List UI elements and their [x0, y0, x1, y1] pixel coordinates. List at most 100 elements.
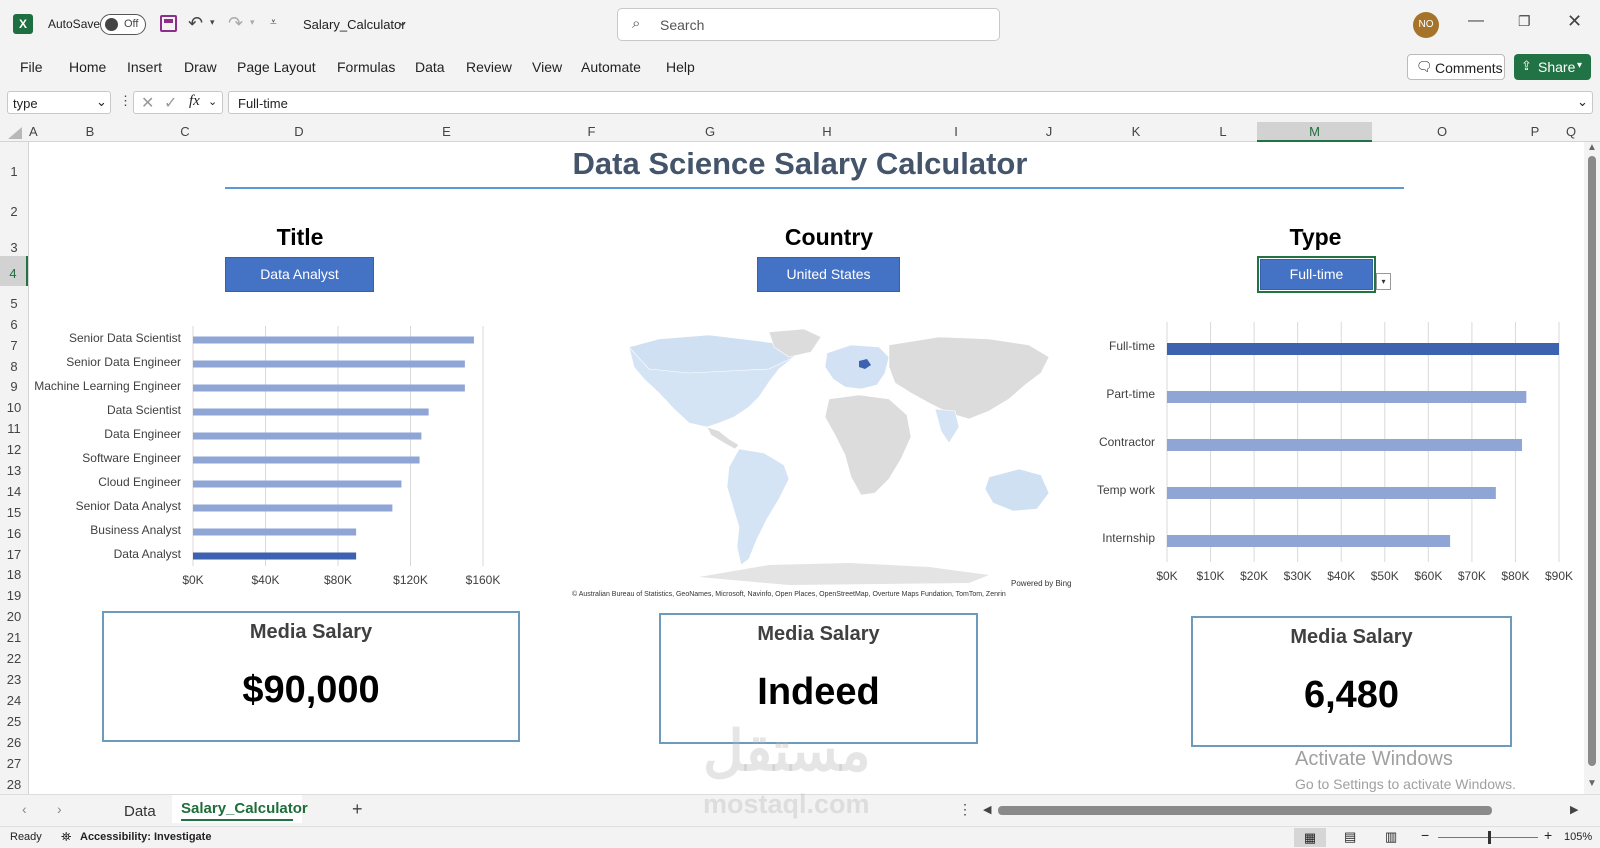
vertical-scroll-thumb[interactable] — [1588, 156, 1596, 766]
row-header[interactable]: 10 — [0, 400, 28, 415]
restore-icon[interactable]: ❐ — [1518, 13, 1531, 30]
column-header[interactable]: J — [1015, 124, 1083, 139]
row-header[interactable]: 19 — [0, 588, 28, 603]
menu-page-layout[interactable]: Page Layout — [237, 59, 316, 75]
menu-data[interactable]: Data — [415, 59, 445, 75]
normal-view-button[interactable]: ▦ — [1294, 828, 1326, 847]
zoom-in-icon[interactable]: + — [1544, 827, 1552, 843]
autosave-toggle[interactable]: Off — [100, 14, 146, 35]
close-icon[interactable]: ✕ — [1567, 11, 1582, 32]
save-icon[interactable] — [160, 15, 177, 32]
row-header-selected[interactable]: 4 — [0, 256, 28, 286]
column-header[interactable]: D — [225, 124, 373, 139]
customize-qat-icon[interactable]: ⩡ — [270, 15, 277, 30]
horizontal-scroll-thumb[interactable] — [998, 806, 1492, 815]
zoom-slider-thumb[interactable] — [1488, 831, 1491, 844]
avatar[interactable]: NO — [1413, 12, 1439, 38]
row-header[interactable]: 12 — [0, 442, 28, 457]
row-header[interactable]: 22 — [0, 651, 28, 666]
select-all-corner[interactable] — [8, 127, 22, 139]
next-sheet-icon[interactable]: › — [57, 801, 62, 817]
add-sheet-icon[interactable]: + — [352, 799, 363, 820]
row-header[interactable]: 27 — [0, 756, 28, 771]
column-header-selected[interactable]: M — [1257, 122, 1372, 142]
accessibility-icon[interactable]: ⛯ — [61, 829, 71, 845]
title-salary-chart[interactable]: $0K $40K $80K $120K $160K Senior Data Scienti… — [29, 317, 549, 602]
row-header[interactable]: 24 — [0, 693, 28, 708]
sheet-tab-data[interactable]: Data — [124, 803, 156, 820]
column-header[interactable]: F — [520, 124, 663, 139]
worksheet-grid[interactable]: Data Science Salary Calculator Title Dat… — [29, 142, 1584, 794]
menu-insert[interactable]: Insert — [127, 59, 162, 75]
row-header[interactable]: 16 — [0, 526, 28, 541]
name-box[interactable]: type ⌄ — [7, 91, 111, 114]
row-header[interactable]: 5 — [0, 296, 28, 311]
column-header[interactable]: B — [35, 124, 145, 139]
row-header[interactable]: 26 — [0, 735, 28, 750]
row-header[interactable]: 1 — [0, 164, 28, 179]
row-header[interactable]: 11 — [0, 421, 28, 436]
sheet-tab-salary-calculator[interactable]: Salary_Calculator — [172, 795, 308, 823]
menu-formulas[interactable]: Formulas — [337, 59, 395, 75]
title-selector[interactable]: Data Analyst — [225, 257, 374, 292]
file-name[interactable]: Salary_Calculator — [303, 17, 406, 32]
more-options-icon[interactable]: ⋮ — [119, 93, 132, 109]
column-header[interactable]: I — [897, 124, 1015, 139]
row-header[interactable]: 3 — [0, 240, 28, 255]
dropdown-arrow-button[interactable]: ▾ — [1376, 273, 1391, 290]
zoom-out-icon[interactable]: − — [1421, 827, 1429, 843]
undo-icon[interactable]: ↶ — [188, 13, 203, 34]
insert-function-icon[interactable]: fx — [189, 93, 200, 110]
column-header[interactable]: H — [757, 124, 897, 139]
country-selector[interactable]: United States — [757, 257, 900, 292]
row-header[interactable]: 6 — [0, 317, 28, 332]
comments-button[interactable]: 🗨 Comments — [1407, 54, 1505, 80]
share-button[interactable]: ⇪ Share ▾ — [1514, 54, 1591, 80]
search-box[interactable]: ⌕ Search — [617, 8, 1000, 41]
formula-input[interactable]: Full-time ⌄ — [228, 91, 1593, 114]
scroll-right-icon[interactable]: ▶ — [1570, 803, 1578, 816]
column-header[interactable]: G — [663, 124, 757, 139]
redo-icon[interactable]: ↷ — [228, 13, 243, 34]
menu-home[interactable]: Home — [69, 59, 106, 75]
scroll-up-icon[interactable]: ▲ — [1587, 142, 1597, 153]
zoom-level[interactable]: 105% — [1564, 831, 1592, 843]
filename-chevron-icon[interactable]: ⌄ — [397, 14, 408, 30]
expand-formula-icon[interactable]: ⌄ — [1577, 94, 1588, 110]
menu-review[interactable]: Review — [466, 59, 512, 75]
column-header[interactable]: Q — [1558, 124, 1584, 139]
cancel-icon[interactable]: ✕ — [141, 93, 154, 113]
accessibility-status[interactable]: Accessibility: Investigate — [80, 831, 211, 843]
scroll-down-icon[interactable]: ▼ — [1587, 778, 1597, 789]
row-header[interactable]: 9 — [0, 379, 28, 394]
prev-sheet-icon[interactable]: ‹ — [22, 801, 27, 817]
column-header[interactable]: O — [1372, 124, 1512, 139]
column-header[interactable]: P — [1512, 124, 1558, 139]
menu-draw[interactable]: Draw — [184, 59, 217, 75]
row-header[interactable]: 28 — [0, 777, 28, 792]
row-header[interactable]: 18 — [0, 567, 28, 582]
column-header[interactable]: K — [1083, 124, 1189, 139]
type-salary-chart[interactable]: $0K $10K $20K $30K $40K $50K $60K $70K $80K $90K F… — [1059, 322, 1584, 602]
type-selector[interactable]: Full-time — [1260, 259, 1373, 290]
row-header[interactable]: 8 — [0, 359, 28, 374]
page-layout-view-icon[interactable]: ▤ — [1344, 829, 1356, 845]
menu-automate[interactable]: Automate — [581, 59, 641, 75]
row-header[interactable]: 25 — [0, 714, 28, 729]
redo-dropdown-icon[interactable]: ▾ — [250, 17, 255, 28]
column-header[interactable]: C — [145, 124, 225, 139]
menu-view[interactable]: View — [532, 59, 562, 75]
world-map[interactable] — [589, 327, 1079, 587]
zoom-slider[interactable] — [1438, 831, 1538, 844]
enter-icon[interactable]: ✓ — [164, 93, 177, 113]
minimize-icon[interactable]: — — [1468, 12, 1484, 30]
menu-file[interactable]: File — [20, 59, 43, 75]
row-header[interactable]: 17 — [0, 547, 28, 562]
row-header[interactable]: 14 — [0, 484, 28, 499]
tab-options-icon[interactable]: ⋮ — [958, 801, 972, 818]
undo-dropdown-icon[interactable]: ▾ — [210, 17, 215, 28]
row-header[interactable]: 13 — [0, 463, 28, 478]
vertical-scrollbar[interactable]: ▲ ▼ — [1584, 142, 1600, 794]
row-header[interactable]: 21 — [0, 630, 28, 645]
column-header[interactable]: E — [373, 124, 520, 139]
